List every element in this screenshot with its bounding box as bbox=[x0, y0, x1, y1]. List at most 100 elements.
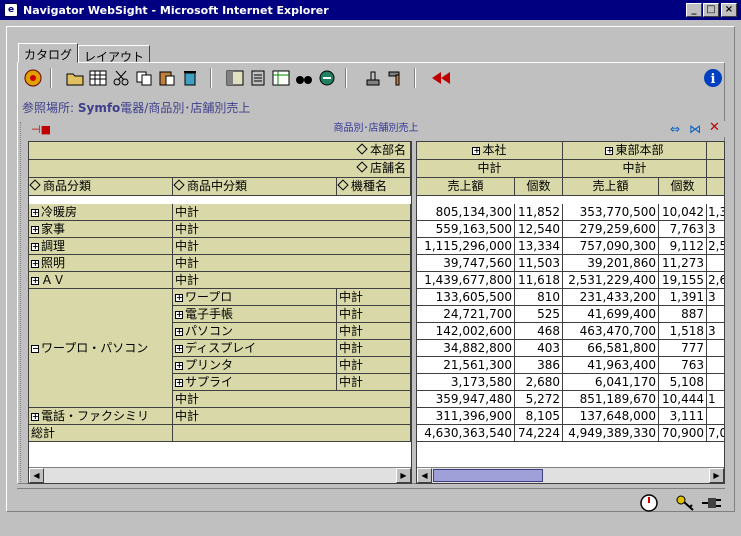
data-cell[interactable]: 9,112 bbox=[659, 238, 707, 255]
expand-plus-icon[interactable]: + bbox=[31, 226, 39, 234]
row-subcategory[interactable]: + ワープロ bbox=[173, 289, 337, 306]
collapse-minus-icon[interactable]: − bbox=[31, 345, 39, 353]
cut-icon[interactable] bbox=[110, 67, 132, 89]
data-cell[interactable]: 359,947,480 bbox=[417, 391, 515, 408]
row-subcategory[interactable]: 中計 bbox=[173, 255, 411, 272]
data-cell[interactable]: 1,391 bbox=[659, 289, 707, 306]
data-cell[interactable]: 41,963,400 bbox=[563, 357, 659, 374]
row-subcategory[interactable]: 中計 bbox=[173, 408, 411, 425]
row-category-group[interactable]: − ワープロ・パソコン bbox=[29, 289, 173, 408]
header-subcategory[interactable]: 商品中分類 bbox=[173, 178, 337, 196]
row-subcategory[interactable]: 中計 bbox=[173, 238, 411, 255]
scroll-thumb[interactable] bbox=[433, 469, 543, 482]
row-category[interactable]: + 電話・ファクシミリ bbox=[29, 408, 173, 425]
data-cell[interactable]: 5,108 bbox=[659, 374, 707, 391]
row-subcategory[interactable]: 中計 bbox=[173, 204, 411, 221]
left-hscrollbar[interactable]: ◀ ▶ bbox=[29, 467, 411, 483]
data-cell[interactable]: 39,201,860 bbox=[563, 255, 659, 272]
row-model[interactable]: 中計 bbox=[337, 323, 411, 340]
data-cell[interactable]: 1 bbox=[707, 391, 724, 408]
data-cell[interactable]: 3 bbox=[707, 323, 724, 340]
data-cell[interactable] bbox=[707, 408, 724, 425]
data-cell[interactable] bbox=[707, 374, 724, 391]
scroll-left-icon[interactable]: ◀ bbox=[417, 468, 432, 483]
data-cell[interactable]: 7,0 bbox=[707, 425, 724, 442]
data-cell[interactable]: 11,273 bbox=[659, 255, 707, 272]
tools-icon[interactable] bbox=[385, 67, 407, 89]
expand-plus-icon[interactable]: + bbox=[31, 243, 39, 251]
data-cell[interactable]: 142,002,600 bbox=[417, 323, 515, 340]
data-cell[interactable]: 3 bbox=[707, 221, 724, 238]
calculator-icon[interactable] bbox=[247, 67, 269, 89]
key-icon[interactable] bbox=[675, 493, 697, 516]
expand-plus-icon[interactable]: + bbox=[31, 260, 39, 268]
row-subcategory[interactable]: + サプライ bbox=[173, 374, 337, 391]
row-category[interactable]: + ＡＶ bbox=[29, 272, 173, 289]
data-cell[interactable]: 468 bbox=[515, 323, 563, 340]
close-panel-icon[interactable]: ✕ bbox=[709, 120, 720, 136]
data-cell[interactable]: 2,531,229,400 bbox=[563, 272, 659, 289]
row-subcategory[interactable]: + プリンタ bbox=[173, 357, 337, 374]
header-model[interactable]: 機種名 bbox=[337, 178, 411, 196]
header-store-name[interactable]: 店舗名 bbox=[29, 160, 411, 178]
reference-path-rest[interactable]: 電器/商品別･店舗別売上 bbox=[120, 101, 250, 115]
data-cell[interactable]: 386 bbox=[515, 357, 563, 374]
data-cell[interactable] bbox=[707, 306, 724, 323]
data-cell[interactable]: 13,334 bbox=[515, 238, 563, 255]
data-cell[interactable]: 19,155 bbox=[659, 272, 707, 289]
data-cell[interactable]: 279,259,600 bbox=[563, 221, 659, 238]
pin-icon[interactable]: ⊣■ bbox=[31, 122, 51, 138]
data-cell[interactable]: 11,618 bbox=[515, 272, 563, 289]
chart-table-icon[interactable] bbox=[270, 67, 292, 89]
data-cell[interactable]: 2,5 bbox=[707, 238, 724, 255]
paste-icon[interactable] bbox=[156, 67, 178, 89]
row-category[interactable]: + 調理 bbox=[29, 238, 173, 255]
row-model[interactable]: 中計 bbox=[337, 374, 411, 391]
expand-plus-icon[interactable]: + bbox=[175, 345, 183, 353]
row-subcategory[interactable]: 中計 bbox=[173, 272, 411, 289]
data-cell[interactable]: 887 bbox=[659, 306, 707, 323]
data-cell[interactable]: 525 bbox=[515, 306, 563, 323]
data-cell[interactable] bbox=[707, 357, 724, 374]
grid-icon[interactable] bbox=[87, 67, 109, 89]
close-button[interactable]: × bbox=[721, 3, 737, 17]
gauge-icon[interactable] bbox=[639, 493, 659, 516]
tab-layout[interactable]: レイアウト bbox=[78, 45, 151, 64]
stamp-icon[interactable] bbox=[362, 67, 384, 89]
data-cell[interactable]: 10,444 bbox=[659, 391, 707, 408]
plug-icon[interactable] bbox=[701, 495, 723, 514]
header-east-hq[interactable]: + 東部本部 bbox=[563, 142, 707, 160]
data-cell[interactable]: 133,605,500 bbox=[417, 289, 515, 306]
expand-icon[interactable]: ⇔ bbox=[670, 121, 680, 137]
data-cell[interactable]: 2,6 bbox=[707, 272, 724, 289]
collapse-icon[interactable]: ⋈ bbox=[689, 121, 701, 137]
expand-plus-icon[interactable]: + bbox=[605, 147, 614, 155]
data-cell[interactable]: 463,470,700 bbox=[563, 323, 659, 340]
header-hq-name[interactable]: 本部名 bbox=[29, 142, 411, 160]
row-model[interactable]: 中計 bbox=[337, 340, 411, 357]
data-cell[interactable]: 66,581,800 bbox=[563, 340, 659, 357]
data-cell[interactable]: 1,518 bbox=[659, 323, 707, 340]
data-cell[interactable]: 757,090,300 bbox=[563, 238, 659, 255]
data-cell[interactable]: 1,115,296,000 bbox=[417, 238, 515, 255]
data-cell[interactable]: 3,111 bbox=[659, 408, 707, 425]
expand-plus-icon[interactable]: + bbox=[175, 362, 183, 370]
maximize-button[interactable]: □ bbox=[703, 3, 719, 17]
info-icon[interactable]: i bbox=[702, 67, 724, 89]
data-cell[interactable]: 810 bbox=[515, 289, 563, 306]
row-model[interactable]: 中計 bbox=[337, 289, 411, 306]
data-cell[interactable]: 353,770,500 bbox=[563, 204, 659, 221]
row-category[interactable]: + 冷暖房 bbox=[29, 204, 173, 221]
data-cell[interactable] bbox=[707, 255, 724, 272]
data-cell[interactable]: 39,747,560 bbox=[417, 255, 515, 272]
data-cell[interactable]: 851,189,670 bbox=[563, 391, 659, 408]
data-cell[interactable]: 403 bbox=[515, 340, 563, 357]
data-cell[interactable]: 7,763 bbox=[659, 221, 707, 238]
scroll-left-icon[interactable]: ◀ bbox=[29, 468, 44, 483]
data-cell[interactable]: 11,503 bbox=[515, 255, 563, 272]
data-cell[interactable]: 763 bbox=[659, 357, 707, 374]
layout-icon[interactable] bbox=[224, 67, 246, 89]
row-subcategory[interactable]: + 電子手帳 bbox=[173, 306, 337, 323]
data-cell[interactable]: 21,561,300 bbox=[417, 357, 515, 374]
expand-plus-icon[interactable]: + bbox=[175, 328, 183, 336]
